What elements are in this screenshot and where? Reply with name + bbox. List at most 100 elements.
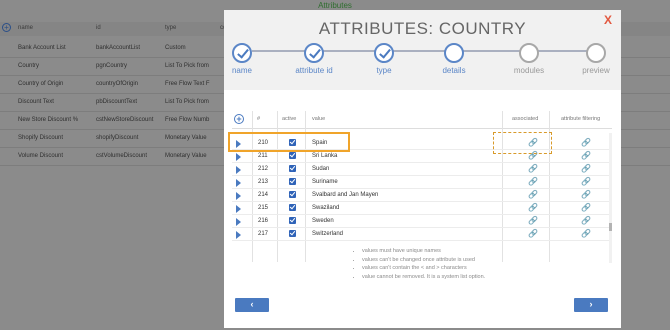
step-details-icon[interactable] [444, 43, 464, 63]
cell-name: Shopify Discount [18, 135, 64, 141]
filtering-link-icon[interactable]: 🔗 [581, 177, 591, 186]
row-value: Sudan [312, 166, 330, 172]
expand-arrow-icon[interactable] [236, 192, 241, 200]
cell-id: cstVolumeDiscount [96, 153, 148, 159]
selected-row-highlight [228, 132, 350, 152]
row-number: 213 [258, 179, 269, 185]
table-row[interactable]: 217 Switzerland 🔗 🔗 [232, 228, 612, 241]
filtering-link-icon[interactable]: 🔗 [581, 151, 591, 160]
step-label-preview[interactable]: preview [561, 66, 631, 75]
filtering-link-icon[interactable]: 🔗 [581, 203, 591, 212]
table-row[interactable]: 216 Sweden 🔗 🔗 [232, 215, 612, 228]
associated-link-icon[interactable]: 🔗 [528, 203, 538, 212]
note-item: values can't be changed once attribute i… [362, 256, 485, 265]
cell-id: pgnCountry [96, 63, 128, 69]
filtering-link-icon[interactable]: 🔗 [581, 229, 591, 238]
add-value-button[interactable]: + [234, 114, 244, 124]
value-rules-notes: values must have unique names values can… [362, 247, 485, 281]
row-number: 212 [258, 166, 269, 172]
cell-id: cstNewStoreDiscount [96, 117, 154, 123]
cell-id: bankAccountList [96, 45, 141, 51]
values-table-header: # active value associated attribute filt… [232, 111, 612, 129]
column-name[interactable]: name [18, 25, 33, 31]
step-preview-icon[interactable] [586, 43, 606, 63]
scrollbar-thumb[interactable] [609, 223, 612, 231]
table-row[interactable]: 212 Sudan 🔗 🔗 [232, 163, 612, 176]
expand-arrow-icon[interactable] [236, 153, 241, 161]
step-label-details[interactable]: details [419, 66, 489, 75]
expand-arrow-icon[interactable] [236, 218, 241, 226]
step-type-icon[interactable] [374, 43, 394, 63]
active-checkbox[interactable] [289, 178, 296, 185]
column-id[interactable]: id [96, 25, 101, 31]
associated-link-highlight [493, 132, 552, 154]
cell-type: List To Pick from [165, 63, 209, 69]
cell-id: shopifyDiscount [96, 135, 139, 141]
previous-button[interactable]: ‹ [235, 298, 269, 312]
next-button[interactable]: › [574, 298, 608, 312]
header-active: active [282, 116, 297, 122]
cell-type: Custom [165, 45, 186, 51]
header-value: value [312, 116, 326, 122]
expand-arrow-icon[interactable] [236, 166, 241, 174]
active-checkbox[interactable] [289, 191, 296, 198]
row-number: 214 [258, 192, 269, 198]
active-checkbox[interactable] [289, 204, 296, 211]
note-item: values must have unique names [362, 247, 485, 256]
active-checkbox[interactable] [289, 165, 296, 172]
cell-type: List To Pick from [165, 99, 209, 105]
cell-id: countryOfOrigin [96, 81, 139, 87]
step-label-attribute-id[interactable]: attribute id [279, 66, 349, 75]
cell-id: pbDiscountText [96, 99, 138, 105]
table-row[interactable]: 214 Svalbard and Jan Mayen 🔗 🔗 [232, 189, 612, 202]
row-number: 211 [258, 153, 268, 159]
cell-type: Free Flow Text F [165, 81, 210, 87]
associated-link-icon[interactable]: 🔗 [528, 229, 538, 238]
step-attribute-id-icon[interactable] [304, 43, 324, 63]
row-value: Svalbard and Jan Mayen [312, 192, 379, 198]
step-name-icon[interactable] [232, 43, 252, 63]
row-value: Suriname [312, 179, 338, 185]
cell-name: New Store Discount % [18, 117, 79, 123]
expand-arrow-icon[interactable] [236, 231, 241, 239]
expand-arrow-icon[interactable] [236, 179, 241, 187]
row-value: Sweden [312, 218, 334, 224]
column-type[interactable]: type [165, 25, 176, 31]
attribute-modal: X ATTRIBUTES: COUNTRY name attribute id … [224, 10, 621, 328]
active-checkbox[interactable] [289, 217, 296, 224]
step-label-modules[interactable]: modules [494, 66, 564, 75]
table-row[interactable]: 213 Suriname 🔗 🔗 [232, 176, 612, 189]
associated-link-icon[interactable]: 🔗 [528, 190, 538, 199]
cell-name: Bank Account List [18, 45, 66, 51]
associated-link-icon[interactable]: 🔗 [528, 164, 538, 173]
step-modules-icon[interactable] [519, 43, 539, 63]
cell-type: Monetary Value [165, 135, 207, 141]
active-checkbox[interactable] [289, 152, 296, 159]
associated-link-icon[interactable]: 🔗 [528, 216, 538, 225]
cell-type: Free Flow Numb [165, 117, 210, 123]
cell-name: Country [18, 63, 40, 69]
filtering-link-icon[interactable]: 🔗 [581, 138, 591, 147]
row-number: 217 [258, 231, 269, 237]
row-value: Sri Lanka [312, 153, 338, 159]
active-checkbox[interactable] [289, 230, 296, 237]
row-value: Switzerland [312, 231, 344, 237]
row-number: 215 [258, 205, 269, 211]
step-label-name[interactable]: name [207, 66, 277, 75]
associated-link-icon[interactable]: 🔗 [528, 177, 538, 186]
table-scrollbar[interactable] [609, 133, 612, 263]
add-icon[interactable]: + [2, 23, 11, 32]
table-row[interactable]: 215 Swaziland 🔗 🔗 [232, 202, 612, 215]
cell-type: Monetary Value [165, 153, 207, 159]
filtering-link-icon[interactable]: 🔗 [581, 216, 591, 225]
filtering-link-icon[interactable]: 🔗 [581, 164, 591, 173]
note-item: values can't contain the < and > charact… [362, 264, 485, 273]
modal-title: ATTRIBUTES: COUNTRY [318, 19, 527, 38]
cell-name: Country of Origin [18, 81, 64, 87]
row-value: Swaziland [312, 205, 340, 211]
note-item: value cannot be removed. It is a system … [362, 273, 485, 282]
header-attribute-filtering: attribute filtering [561, 116, 601, 122]
step-label-type[interactable]: type [349, 66, 419, 75]
filtering-link-icon[interactable]: 🔗 [581, 190, 591, 199]
expand-arrow-icon[interactable] [236, 205, 241, 213]
